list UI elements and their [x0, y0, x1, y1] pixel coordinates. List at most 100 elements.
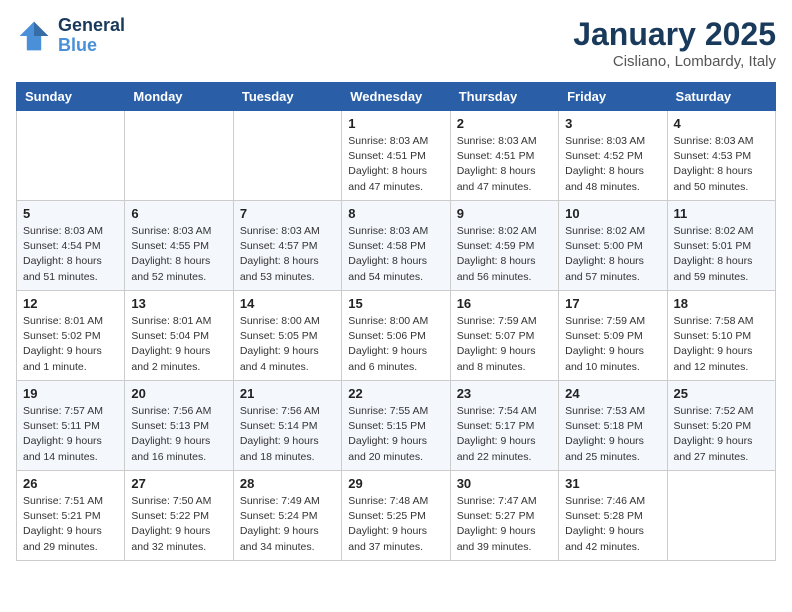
day-content: Sunrise: 7:57 AM Sunset: 5:11 PM Dayligh…	[23, 404, 118, 465]
logo: General Blue	[16, 16, 125, 56]
calendar-cell: 18Sunrise: 7:58 AM Sunset: 5:10 PM Dayli…	[667, 291, 775, 381]
calendar-cell: 1 Sunrise: 8:03 AM Sunset: 4:51 PM Daylig…	[342, 111, 450, 201]
day-number: 23	[457, 386, 552, 401]
day-content: Sunrise: 8:03 AM Sunset: 4:54 PM Dayligh…	[23, 224, 118, 285]
day-content: Sunrise: 7:52 AM Sunset: 5:20 PM Dayligh…	[674, 404, 769, 465]
calendar-cell: 26Sunrise: 7:51 AM Sunset: 5:21 PM Dayli…	[17, 471, 125, 561]
col-header-wednesday: Wednesday	[342, 83, 450, 111]
calendar-cell: 8 Sunrise: 8:03 AM Sunset: 4:58 PM Daylig…	[342, 201, 450, 291]
calendar-cell: 24 Sunrise: 7:53 AM Sunset: 5:18 PM Dayli…	[559, 381, 667, 471]
day-number: 18	[674, 296, 769, 311]
day-content: Sunrise: 8:03 AM Sunset: 4:57 PM Dayligh…	[240, 224, 335, 285]
day-content: Sunrise: 8:03 AM Sunset: 4:51 PM Dayligh…	[457, 134, 552, 195]
day-number: 12	[23, 296, 118, 311]
col-header-tuesday: Tuesday	[233, 83, 341, 111]
day-number: 28	[240, 476, 335, 491]
day-content: Sunrise: 8:03 AM Sunset: 4:51 PM Dayligh…	[348, 134, 443, 195]
calendar-cell: 5 Sunrise: 8:03 AM Sunset: 4:54 PM Daylig…	[17, 201, 125, 291]
calendar-cell: 3 Sunrise: 8:03 AM Sunset: 4:52 PM Daylig…	[559, 111, 667, 201]
col-header-thursday: Thursday	[450, 83, 558, 111]
day-number: 20	[131, 386, 226, 401]
logo-icon	[16, 18, 52, 54]
calendar-cell: 19 Sunrise: 7:57 AM Sunset: 5:11 PM Dayli…	[17, 381, 125, 471]
calendar-header-row: SundayMondayTuesdayWednesdayThursdayFrid…	[17, 83, 776, 111]
calendar-week-row: 12 Sunrise: 8:01 AM Sunset: 5:02 PM Dayli…	[17, 291, 776, 381]
day-number: 2	[457, 116, 552, 131]
calendar-week-row: 26Sunrise: 7:51 AM Sunset: 5:21 PM Dayli…	[17, 471, 776, 561]
day-content: Sunrise: 7:48 AM Sunset: 5:25 PM Dayligh…	[348, 494, 443, 555]
day-content: Sunrise: 8:03 AM Sunset: 4:52 PM Dayligh…	[565, 134, 660, 195]
day-content: Sunrise: 8:01 AM Sunset: 5:04 PM Dayligh…	[131, 314, 226, 375]
day-number: 29	[348, 476, 443, 491]
day-number: 24	[565, 386, 660, 401]
page-header: General Blue January 2025 Cisliano, Lomb…	[16, 16, 776, 70]
calendar-cell: 30 Sunrise: 7:47 AM Sunset: 5:27 PM Dayli…	[450, 471, 558, 561]
day-number: 11	[674, 206, 769, 221]
day-number: 15	[348, 296, 443, 311]
day-number: 19	[23, 386, 118, 401]
day-number: 22	[348, 386, 443, 401]
calendar-cell: 6 Sunrise: 8:03 AM Sunset: 4:55 PM Daylig…	[125, 201, 233, 291]
day-number: 16	[457, 296, 552, 311]
day-content: Sunrise: 7:50 AM Sunset: 5:22 PM Dayligh…	[131, 494, 226, 555]
calendar-cell: 15Sunrise: 8:00 AM Sunset: 5:06 PM Dayli…	[342, 291, 450, 381]
month-title: January 2025	[573, 16, 776, 53]
calendar-cell: 4Sunrise: 8:03 AM Sunset: 4:53 PM Daylig…	[667, 111, 775, 201]
day-number: 7	[240, 206, 335, 221]
calendar-cell	[233, 111, 341, 201]
day-content: Sunrise: 8:03 AM Sunset: 4:55 PM Dayligh…	[131, 224, 226, 285]
calendar-cell: 27Sunrise: 7:50 AM Sunset: 5:22 PM Dayli…	[125, 471, 233, 561]
calendar-cell: 14 Sunrise: 8:00 AM Sunset: 5:05 PM Dayli…	[233, 291, 341, 381]
day-content: Sunrise: 7:47 AM Sunset: 5:27 PM Dayligh…	[457, 494, 552, 555]
day-content: Sunrise: 8:03 AM Sunset: 4:53 PM Dayligh…	[674, 134, 769, 195]
calendar-week-row: 1 Sunrise: 8:03 AM Sunset: 4:51 PM Daylig…	[17, 111, 776, 201]
day-number: 17	[565, 296, 660, 311]
day-content: Sunrise: 7:59 AM Sunset: 5:09 PM Dayligh…	[565, 314, 660, 375]
calendar-cell: 20 Sunrise: 7:56 AM Sunset: 5:13 PM Dayli…	[125, 381, 233, 471]
calendar-cell: 12 Sunrise: 8:01 AM Sunset: 5:02 PM Dayli…	[17, 291, 125, 381]
calendar-cell: 9 Sunrise: 8:02 AM Sunset: 4:59 PM Daylig…	[450, 201, 558, 291]
day-content: Sunrise: 8:00 AM Sunset: 5:05 PM Dayligh…	[240, 314, 335, 375]
calendar-cell: 25 Sunrise: 7:52 AM Sunset: 5:20 PM Dayli…	[667, 381, 775, 471]
calendar-cell	[667, 471, 775, 561]
day-content: Sunrise: 7:54 AM Sunset: 5:17 PM Dayligh…	[457, 404, 552, 465]
day-content: Sunrise: 8:02 AM Sunset: 4:59 PM Dayligh…	[457, 224, 552, 285]
day-number: 31	[565, 476, 660, 491]
day-number: 9	[457, 206, 552, 221]
day-content: Sunrise: 8:03 AM Sunset: 4:58 PM Dayligh…	[348, 224, 443, 285]
day-content: Sunrise: 8:01 AM Sunset: 5:02 PM Dayligh…	[23, 314, 118, 375]
day-number: 14	[240, 296, 335, 311]
calendar-cell: 22 Sunrise: 7:55 AM Sunset: 5:15 PM Dayli…	[342, 381, 450, 471]
day-number: 8	[348, 206, 443, 221]
day-number: 1	[348, 116, 443, 131]
col-header-monday: Monday	[125, 83, 233, 111]
calendar-cell: 16 Sunrise: 7:59 AM Sunset: 5:07 PM Dayli…	[450, 291, 558, 381]
calendar-cell: 10Sunrise: 8:02 AM Sunset: 5:00 PM Dayli…	[559, 201, 667, 291]
col-header-friday: Friday	[559, 83, 667, 111]
calendar-cell	[125, 111, 233, 201]
day-content: Sunrise: 7:59 AM Sunset: 5:07 PM Dayligh…	[457, 314, 552, 375]
day-content: Sunrise: 7:55 AM Sunset: 5:15 PM Dayligh…	[348, 404, 443, 465]
title-block: January 2025 Cisliano, Lombardy, Italy	[573, 16, 776, 70]
day-number: 6	[131, 206, 226, 221]
calendar-cell: 28Sunrise: 7:49 AM Sunset: 5:24 PM Dayli…	[233, 471, 341, 561]
calendar-cell: 11 Sunrise: 8:02 AM Sunset: 5:01 PM Dayli…	[667, 201, 775, 291]
calendar-cell: 21Sunrise: 7:56 AM Sunset: 5:14 PM Dayli…	[233, 381, 341, 471]
calendar-cell	[17, 111, 125, 201]
calendar-cell: 17 Sunrise: 7:59 AM Sunset: 5:09 PM Dayli…	[559, 291, 667, 381]
calendar-cell: 29 Sunrise: 7:48 AM Sunset: 5:25 PM Dayli…	[342, 471, 450, 561]
col-header-saturday: Saturday	[667, 83, 775, 111]
day-number: 13	[131, 296, 226, 311]
day-number: 3	[565, 116, 660, 131]
day-content: Sunrise: 7:53 AM Sunset: 5:18 PM Dayligh…	[565, 404, 660, 465]
calendar-cell: 13 Sunrise: 8:01 AM Sunset: 5:04 PM Dayli…	[125, 291, 233, 381]
calendar-cell: 31Sunrise: 7:46 AM Sunset: 5:28 PM Dayli…	[559, 471, 667, 561]
day-number: 5	[23, 206, 118, 221]
day-number: 25	[674, 386, 769, 401]
day-content: Sunrise: 8:02 AM Sunset: 5:01 PM Dayligh…	[674, 224, 769, 285]
calendar-week-row: 19 Sunrise: 7:57 AM Sunset: 5:11 PM Dayli…	[17, 381, 776, 471]
day-number: 10	[565, 206, 660, 221]
day-number: 30	[457, 476, 552, 491]
day-content: Sunrise: 7:56 AM Sunset: 5:13 PM Dayligh…	[131, 404, 226, 465]
day-content: Sunrise: 7:56 AM Sunset: 5:14 PM Dayligh…	[240, 404, 335, 465]
